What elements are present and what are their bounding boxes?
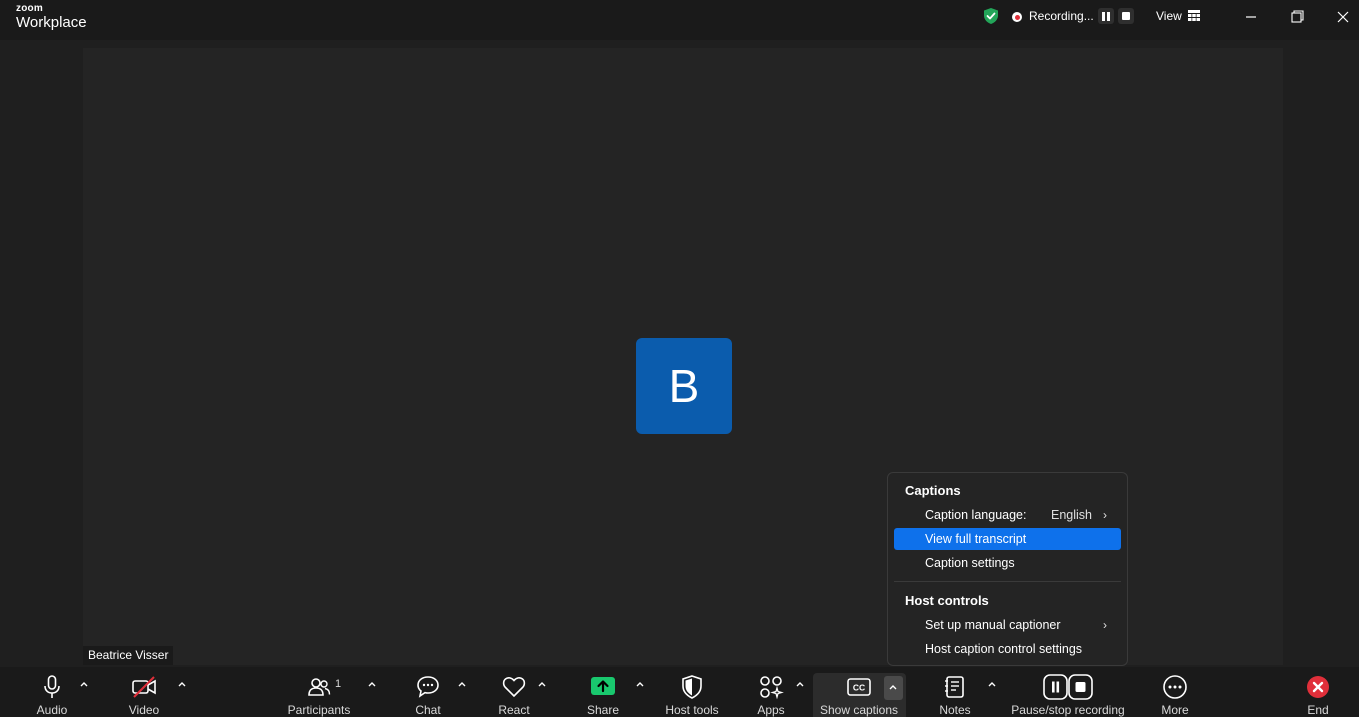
audio-label: Audio <box>36 703 68 717</box>
pause-stop-icon <box>1043 674 1093 700</box>
view-menu-button[interactable]: View <box>1156 9 1182 23</box>
svg-text:CC: CC <box>853 683 865 693</box>
share-options-chevron-up-icon[interactable] <box>635 680 645 688</box>
chat-bubble-icon <box>417 676 439 698</box>
restore-window-icon[interactable] <box>1285 7 1309 27</box>
menu-divider <box>894 581 1121 582</box>
caption-language-value: English <box>1051 508 1092 522</box>
pause-recording-button[interactable] <box>1098 8 1114 24</box>
host-controls-heading: Host controls <box>905 593 989 608</box>
recording-indicator-icon <box>1012 12 1022 22</box>
notes-options-chevron-up-icon[interactable] <box>987 680 997 688</box>
minimize-window-icon[interactable] <box>1239 7 1263 27</box>
pause-stop-recording-button[interactable]: Pause/stop recording <box>1005 667 1130 717</box>
more-options-icon <box>1163 675 1187 699</box>
participants-options-chevron-up-icon[interactable] <box>367 680 377 688</box>
title-bar: zoom Workplace Recording... View <box>0 0 1359 40</box>
captions-menu: Captions Caption language: English › Vie… <box>887 472 1128 666</box>
react-label: React <box>498 703 530 717</box>
recording-status: Recording... <box>1029 9 1094 23</box>
security-shield-icon <box>682 675 702 699</box>
end-meeting-button[interactable]: End <box>1295 667 1341 717</box>
end-meeting-icon <box>1307 676 1329 698</box>
captions-heading: Captions <box>905 483 961 498</box>
notes-icon <box>945 676 964 698</box>
apps-icon <box>760 676 784 700</box>
zoom-workplace-logo: zoom Workplace <box>16 3 87 31</box>
apps-button[interactable]: Apps <box>745 667 797 717</box>
audio-options-chevron-up-icon[interactable] <box>79 680 89 688</box>
stop-recording-button[interactable] <box>1118 8 1134 24</box>
microphone-icon <box>44 675 60 698</box>
apps-options-chevron-up-icon[interactable] <box>795 680 805 688</box>
close-window-icon[interactable] <box>1331 7 1355 27</box>
more-label: More <box>1161 703 1189 717</box>
captions-options-toggle[interactable] <box>884 676 903 700</box>
grid-view-icon[interactable] <box>1188 10 1200 21</box>
set-up-manual-captioner-item[interactable]: Set up manual captioner › <box>894 614 1121 636</box>
host-caption-control-settings-item[interactable]: Host caption control settings <box>894 638 1121 660</box>
react-button[interactable]: React <box>490 667 540 717</box>
show-captions-button[interactable]: CC Show captions <box>813 667 898 717</box>
host-tools-button[interactable]: Host tools <box>655 667 730 717</box>
video-button[interactable]: Video <box>110 667 180 717</box>
view-full-transcript-item[interactable]: View full transcript <box>894 528 1121 550</box>
participants-icon <box>308 678 331 696</box>
share-screen-icon <box>591 677 615 695</box>
set-up-manual-captioner-label: Set up manual captioner <box>925 618 1061 632</box>
host-tools-label: Host tools <box>665 703 719 717</box>
notes-button[interactable]: Notes <box>930 667 980 717</box>
audio-button[interactable]: Audio <box>0 667 100 717</box>
participant-avatar: B <box>636 338 732 434</box>
share-label: Share <box>586 703 620 717</box>
apps-label: Apps <box>757 703 785 717</box>
participants-button[interactable]: 1 Participants <box>285 667 355 717</box>
encryption-shield-icon[interactable] <box>982 7 1000 25</box>
chat-button[interactable]: Chat <box>405 667 455 717</box>
participants-label: Participants <box>287 703 351 717</box>
participants-count: 1 <box>335 678 342 690</box>
show-captions-label: Show captions <box>819 703 899 717</box>
chat-label: Chat <box>415 703 441 717</box>
caption-language-item[interactable]: Caption language: English › <box>894 504 1121 526</box>
video-label: Video <box>128 703 160 717</box>
end-label: End <box>1307 703 1329 717</box>
captions-options-chevron-up-icon <box>889 685 897 690</box>
chevron-right-icon: › <box>1103 618 1107 632</box>
brand-zoom: zoom <box>16 3 43 14</box>
caption-language-label: Caption language: <box>925 508 1027 522</box>
react-options-chevron-up-icon[interactable] <box>537 680 547 688</box>
more-button[interactable]: More <box>1150 667 1200 717</box>
chevron-right-icon: › <box>1103 508 1107 522</box>
video-off-icon <box>132 676 156 698</box>
participant-name-tag: Beatrice Visser <box>83 646 174 665</box>
closed-captions-icon: CC <box>847 678 871 696</box>
heart-icon <box>502 677 526 698</box>
caption-settings-item[interactable]: Caption settings <box>894 552 1121 574</box>
brand-workplace: Workplace <box>16 14 87 31</box>
meeting-toolbar: Audio Video 1 Participants Chat React Sh… <box>0 667 1359 717</box>
pause-stop-recording-label: Pause/stop recording <box>1011 703 1125 717</box>
notes-label: Notes <box>939 703 971 717</box>
chat-options-chevron-up-icon[interactable] <box>457 680 467 688</box>
video-options-chevron-up-icon[interactable] <box>177 680 187 688</box>
share-button[interactable]: Share <box>575 667 630 717</box>
